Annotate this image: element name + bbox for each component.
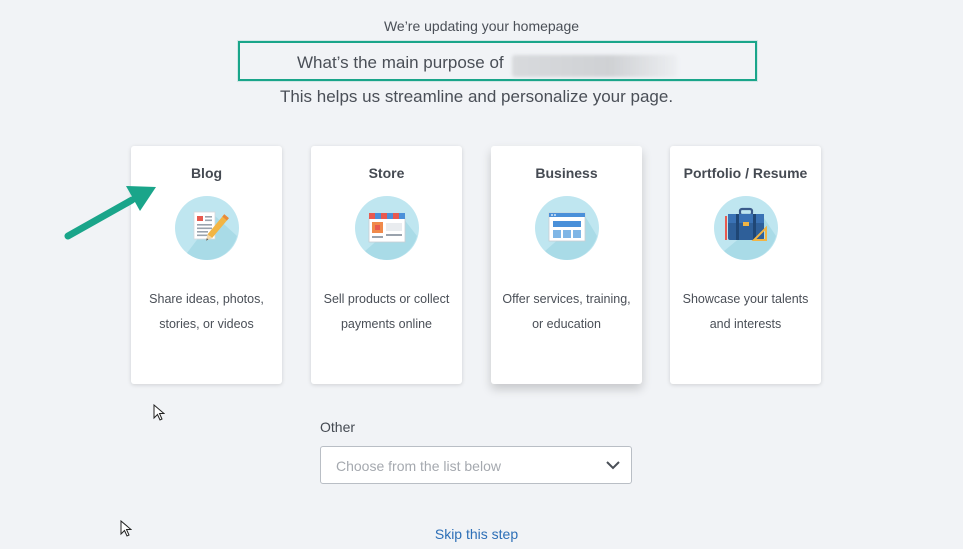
mouse-cursor-icon [153, 404, 165, 421]
card-store[interactable]: Store Sell products or collect payments … [311, 146, 462, 384]
card-title: Portfolio / Resume [683, 165, 808, 181]
other-label: Other [320, 419, 356, 435]
business-icon [535, 196, 599, 260]
portfolio-icon [714, 196, 778, 260]
other-purpose-select[interactable]: Choose from the list below [320, 446, 632, 484]
card-portfolio[interactable]: Portfolio / Resume Showcase your talents… [670, 146, 821, 384]
skip-step-link[interactable]: Skip this step [0, 526, 953, 542]
card-title: Business [535, 165, 598, 181]
chevron-down-icon [606, 461, 620, 470]
mouse-cursor-icon [120, 520, 132, 537]
page-subtitle: We’re updating your homepage [383, 18, 580, 34]
store-icon [355, 196, 419, 260]
card-title: Blog [190, 165, 223, 181]
card-description: Offer services, training, or education [502, 292, 631, 331]
select-placeholder: Choose from the list below [336, 458, 501, 474]
card-description: Showcase your talents and interests [682, 292, 809, 331]
blog-icon [175, 196, 239, 260]
question-heading: What’s the main purpose of [297, 53, 504, 72]
helper-text: This helps us streamline and personalize… [279, 87, 674, 106]
card-business[interactable]: Business Offer services, training, or ed… [491, 146, 642, 384]
card-title: Store [368, 165, 405, 181]
card-description: Sell products or collect payments online [323, 292, 450, 331]
card-description: Share ideas, photos, stories, or videos [149, 292, 264, 331]
redacted-site-name [512, 55, 677, 77]
annotation-arrow-icon [64, 186, 156, 240]
